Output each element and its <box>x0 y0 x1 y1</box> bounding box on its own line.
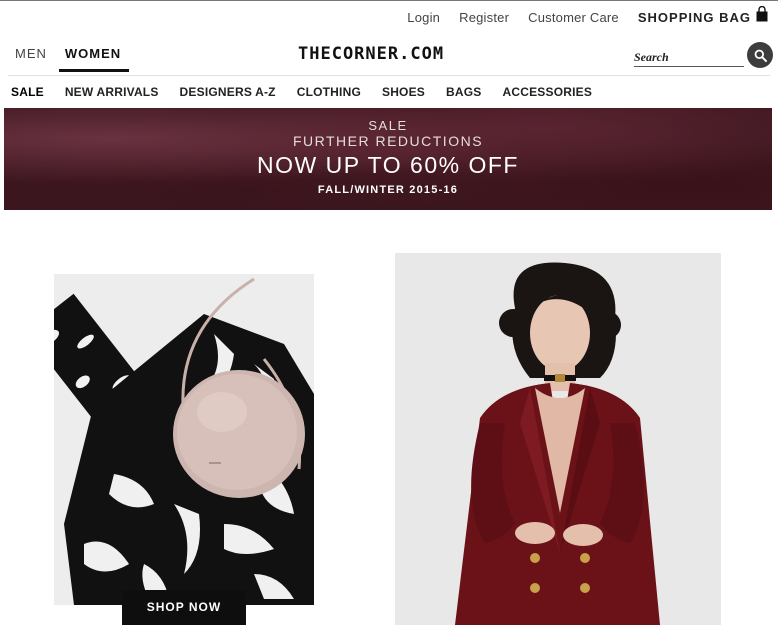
promo-image-bag[interactable] <box>54 274 314 605</box>
nav-item-designers[interactable]: DESIGNERS A-Z <box>180 85 276 99</box>
search-input[interactable] <box>634 49 742 66</box>
nav-item-bags[interactable]: BAGS <box>446 85 481 99</box>
nav-item-shoes[interactable]: SHOES <box>382 85 425 99</box>
banner-season: FALL/WINTER 2015-16 <box>317 184 459 196</box>
shop-now-button[interactable]: SHOP NOW <box>122 590 246 625</box>
utility-nav: Login Register Customer Care SHOPPING BA… <box>388 5 768 27</box>
nav-item-clothing[interactable]: CLOTHING <box>297 85 361 99</box>
bag-and-print-trousers-image <box>54 274 314 605</box>
model-velvet-blazer-image <box>395 253 721 625</box>
search-button[interactable] <box>747 42 773 68</box>
login-link[interactable]: Login <box>407 10 440 25</box>
customer-care-link[interactable]: Customer Care <box>528 10 619 25</box>
shopping-bag-icon <box>756 5 768 25</box>
header-divider <box>8 75 770 76</box>
tab-women[interactable]: WOMEN <box>58 46 130 72</box>
search-box <box>634 48 744 67</box>
site-logo[interactable]: THECORNER.COM <box>298 44 444 64</box>
tab-men[interactable]: MEN <box>15 46 47 70</box>
nav-item-new-arrivals[interactable]: NEW ARRIVALS <box>65 85 159 99</box>
register-link[interactable]: Register <box>459 10 509 25</box>
gender-tabs: MEN WOMEN <box>15 46 139 72</box>
sale-banner[interactable]: SALE FURTHER REDUCTIONS NOW UP TO 60% OF… <box>4 108 772 210</box>
banner-headline: NOW UP TO 60% OFF <box>257 152 519 178</box>
editorial-image-model[interactable] <box>395 253 721 625</box>
main-nav: SALE NEW ARRIVALS DESIGNERS A-Z CLOTHING… <box>11 85 613 99</box>
shopping-bag-label: SHOPPING BAG <box>637 9 751 25</box>
nav-item-accessories[interactable]: ACCESSORIES <box>502 85 592 99</box>
nav-item-sale[interactable]: SALE <box>11 85 44 99</box>
search-icon <box>754 49 767 62</box>
banner-line-reductions: FURTHER REDUCTIONS <box>292 133 484 149</box>
banner-line-sale: SALE <box>368 118 408 133</box>
shopping-bag-link[interactable]: SHOPPING BAG <box>637 5 768 27</box>
top-border <box>0 0 778 1</box>
